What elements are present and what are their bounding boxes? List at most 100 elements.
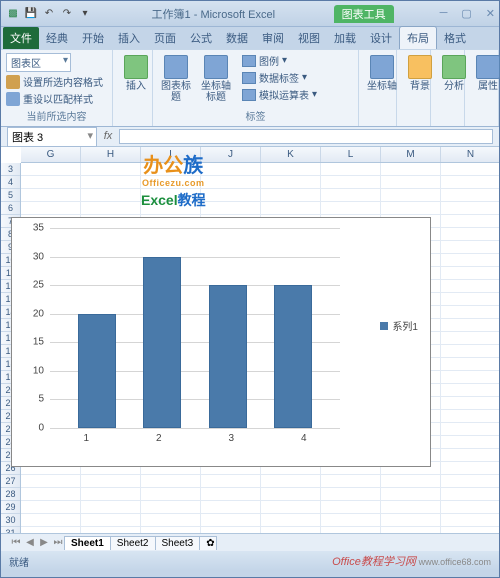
cell[interactable] — [441, 527, 499, 533]
cell[interactable] — [201, 189, 261, 201]
column-header[interactable]: L — [321, 147, 381, 162]
cell[interactable] — [201, 176, 261, 188]
cell[interactable] — [261, 163, 321, 175]
cell[interactable] — [321, 202, 381, 214]
cell[interactable] — [321, 527, 381, 533]
cell[interactable] — [441, 176, 499, 188]
cell[interactable] — [21, 176, 81, 188]
tab-layout[interactable]: 布局 — [399, 26, 437, 49]
minimize-icon[interactable]: ─ — [440, 7, 448, 20]
cell[interactable] — [261, 176, 321, 188]
close-icon[interactable]: ✕ — [486, 7, 495, 20]
sheet-tab-3[interactable]: Sheet3 — [155, 536, 201, 550]
cell[interactable] — [441, 189, 499, 201]
row-header[interactable]: 31 — [1, 527, 20, 533]
sheet-tab-1[interactable]: Sheet1 — [64, 536, 111, 550]
cell[interactable] — [141, 475, 201, 487]
cell[interactable] — [441, 345, 499, 357]
tab-formulas[interactable]: 公式 — [183, 27, 219, 49]
sheet-nav-prev-icon[interactable]: ◀ — [23, 537, 37, 548]
cell[interactable] — [441, 332, 499, 344]
cell[interactable] — [261, 202, 321, 214]
save-icon[interactable]: 💾 — [23, 6, 39, 22]
cell[interactable] — [81, 514, 141, 526]
row-header[interactable]: 4 — [1, 176, 20, 189]
cell[interactable] — [321, 501, 381, 513]
cell[interactable] — [441, 371, 499, 383]
cell[interactable] — [321, 163, 381, 175]
cell[interactable] — [141, 527, 201, 533]
cell[interactable] — [441, 423, 499, 435]
cell[interactable] — [21, 514, 81, 526]
cell[interactable] — [441, 293, 499, 305]
cell[interactable] — [381, 501, 441, 513]
row-header[interactable]: 5 — [1, 189, 20, 202]
cell[interactable] — [321, 514, 381, 526]
new-sheet-button[interactable]: ✿ — [199, 536, 217, 550]
cell[interactable] — [21, 527, 81, 533]
cell[interactable] — [441, 241, 499, 253]
tab-design[interactable]: 设计 — [363, 27, 399, 49]
chart-bar[interactable] — [274, 285, 312, 428]
row-header[interactable]: 27 — [1, 475, 20, 488]
cell[interactable] — [381, 514, 441, 526]
cell[interactable] — [141, 501, 201, 513]
cell[interactable] — [21, 475, 81, 487]
cell[interactable] — [21, 501, 81, 513]
cell[interactable] — [81, 163, 141, 175]
column-header[interactable]: N — [441, 147, 499, 162]
undo-icon[interactable]: ↶ — [41, 6, 57, 22]
cell[interactable] — [441, 501, 499, 513]
cell[interactable] — [201, 514, 261, 526]
column-header[interactable]: H — [81, 147, 141, 162]
column-header[interactable]: K — [261, 147, 321, 162]
cell[interactable] — [21, 488, 81, 500]
cell[interactable] — [201, 488, 261, 500]
cell[interactable] — [441, 475, 499, 487]
cell[interactable] — [381, 176, 441, 188]
insert-shape-button[interactable]: 插入 — [118, 53, 154, 94]
cell[interactable] — [441, 306, 499, 318]
format-selection-button[interactable]: 设置所选内容格式 — [6, 74, 107, 89]
cell[interactable] — [201, 527, 261, 533]
cell[interactable] — [81, 202, 141, 214]
cell[interactable] — [81, 475, 141, 487]
chart-title-button[interactable]: 图表标题 — [158, 53, 194, 105]
tab-data[interactable]: 数据 — [219, 27, 255, 49]
cell[interactable] — [441, 215, 499, 227]
cell[interactable] — [261, 488, 321, 500]
sheet-nav-last-icon[interactable]: ⏭ — [51, 537, 65, 548]
cell[interactable] — [141, 514, 201, 526]
formula-input[interactable] — [119, 129, 493, 144]
chart-bar[interactable] — [78, 314, 116, 428]
cell[interactable] — [441, 410, 499, 422]
tab-view[interactable]: 视图 — [291, 27, 327, 49]
cell[interactable] — [381, 202, 441, 214]
fx-icon[interactable]: fx — [101, 130, 115, 144]
cell[interactable] — [321, 176, 381, 188]
axis-titles-button[interactable]: 坐标轴标题 — [198, 53, 234, 105]
cell[interactable] — [381, 488, 441, 500]
row-header[interactable]: 29 — [1, 501, 20, 514]
embedded-chart[interactable]: 05101520253035 1234 系列1 — [11, 217, 431, 467]
data-labels-button[interactable]: 数据标签 ▾ — [242, 70, 317, 85]
cell[interactable] — [321, 475, 381, 487]
tab-review[interactable]: 审阅 — [255, 27, 291, 49]
cell[interactable] — [201, 163, 261, 175]
cell[interactable] — [441, 254, 499, 266]
cell[interactable] — [381, 189, 441, 201]
data-table-button[interactable]: 模拟运算表 ▾ — [242, 87, 317, 102]
tab-addins[interactable]: 加载 — [327, 27, 363, 49]
cell[interactable] — [441, 163, 499, 175]
cell[interactable] — [381, 527, 441, 533]
column-header[interactable]: J — [201, 147, 261, 162]
cell[interactable] — [21, 189, 81, 201]
row-header[interactable]: 30 — [1, 514, 20, 527]
redo-icon[interactable]: ↷ — [59, 6, 75, 22]
cell[interactable] — [441, 202, 499, 214]
cell[interactable] — [261, 514, 321, 526]
cell[interactable] — [201, 501, 261, 513]
cell[interactable] — [21, 202, 81, 214]
chart-bar[interactable] — [209, 285, 247, 428]
qat-dropdown-icon[interactable]: ▾ — [77, 6, 93, 22]
